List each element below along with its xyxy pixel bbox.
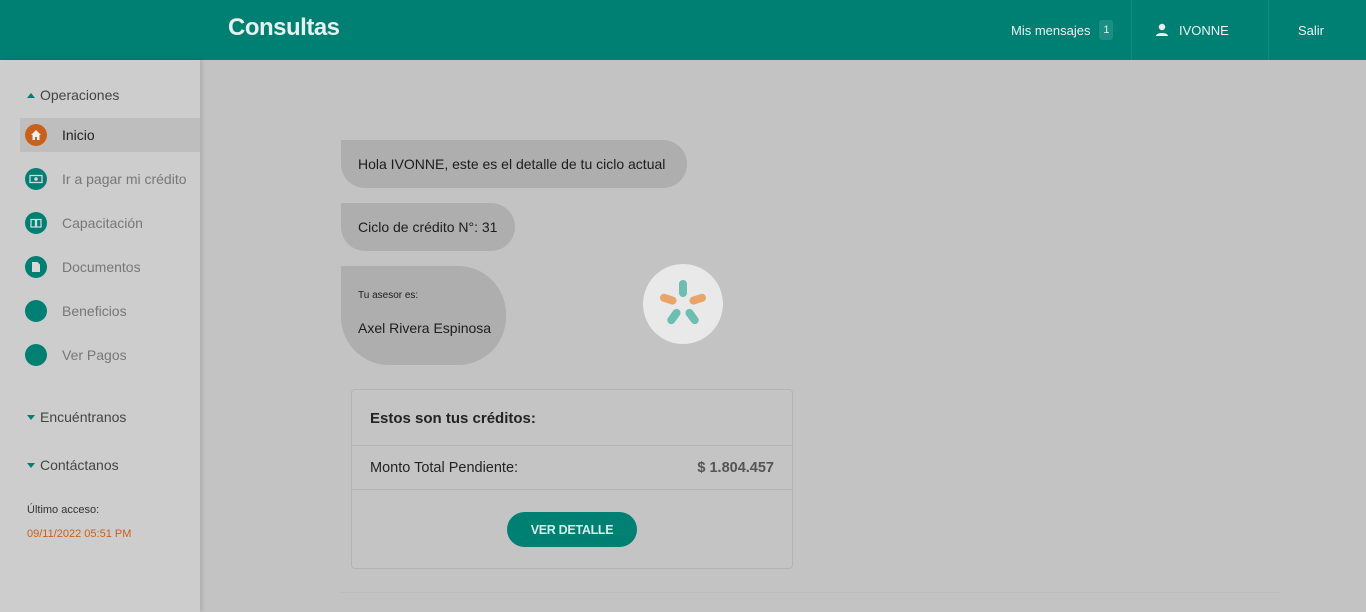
sidebar-item-ver-pagos[interactable]: Ver Pagos <box>20 338 200 372</box>
circle-icon <box>25 300 47 322</box>
cycle-text: Ciclo de crédito N°: 31 <box>358 219 498 235</box>
user-menu[interactable]: IVONNE <box>1155 0 1229 60</box>
logout-link[interactable]: Salir <box>1298 0 1324 60</box>
messages-link[interactable]: Mis mensajes 1 <box>1011 0 1114 60</box>
view-detail-button[interactable]: VER DETALLE <box>507 512 637 547</box>
greeting-bubble: Hola IVONNE, este es el detalle de tu ci… <box>341 140 687 188</box>
sidebar-item-label: Beneficios <box>62 303 127 319</box>
greeting-text: Hola IVONNE, este es el detalle de tu ci… <box>358 156 666 172</box>
page-title: Consultas <box>228 14 340 41</box>
last-access-label: Último acceso: <box>27 504 100 516</box>
sidebar: Operaciones Inicio Ir a pagar mi crédito… <box>0 60 200 612</box>
cycle-bubble: Ciclo de crédito N°: 31 <box>341 203 515 251</box>
sidebar-section-contactanos[interactable]: Contáctanos <box>27 457 119 473</box>
book-icon <box>25 212 47 234</box>
sidebar-item-documentos[interactable]: Documentos <box>20 250 200 284</box>
top-bar: Consultas Mis mensajes 1 IVONNE Salir <box>0 0 1366 60</box>
sidebar-item-pagar[interactable]: Ir a pagar mi crédito <box>20 162 200 196</box>
advisor-name: Axel Rivera Espinosa <box>358 319 492 336</box>
section-label: Contáctanos <box>40 457 119 473</box>
caret-up-icon <box>27 92 35 98</box>
sidebar-section-encuentranos[interactable]: Encuéntranos <box>27 409 126 425</box>
loading-spinner <box>643 264 723 344</box>
caret-down-icon <box>27 414 35 420</box>
divider <box>352 489 792 490</box>
advisor-bubble: Tu asesor es: Axel Rivera Espinosa <box>341 266 506 365</box>
total-pending-label: Monto Total Pendiente: <box>370 460 519 476</box>
user-icon <box>1156 23 1168 36</box>
total-pending-value: $ 1.804.457 <box>697 460 774 476</box>
footer-divider <box>340 592 1280 593</box>
header-divider <box>1268 0 1269 60</box>
sidebar-item-label: Ver Pagos <box>62 347 127 363</box>
last-access-value: 09/11/2022 05:51 PM <box>27 528 132 540</box>
section-label: Operaciones <box>40 87 120 103</box>
caret-down-icon <box>27 462 35 468</box>
messages-count-badge: 1 <box>1099 20 1114 40</box>
home-icon <box>25 124 47 146</box>
credits-card: Estos son tus créditos: Monto Total Pend… <box>351 389 793 569</box>
user-name: IVONNE <box>1179 22 1229 38</box>
sidebar-item-label: Documentos <box>62 259 141 275</box>
sidebar-item-capacitacion[interactable]: Capacitación <box>20 206 200 240</box>
messages-label: Mis mensajes <box>1011 22 1091 38</box>
sidebar-item-label: Capacitación <box>62 215 143 231</box>
loading-icon <box>659 280 707 325</box>
circle-icon <box>25 344 47 366</box>
document-icon <box>25 256 47 278</box>
sidebar-item-beneficios[interactable]: Beneficios <box>20 294 200 328</box>
section-label: Encuéntranos <box>40 409 127 425</box>
sidebar-section-operaciones[interactable]: Operaciones <box>27 87 119 103</box>
header-divider <box>1131 0 1132 60</box>
divider <box>352 445 792 446</box>
money-icon <box>25 168 47 190</box>
advisor-label: Tu asesor es: <box>358 289 419 301</box>
credits-title: Estos son tus créditos: <box>370 410 536 427</box>
sidebar-item-label: Inicio <box>62 127 95 143</box>
sidebar-item-inicio[interactable]: Inicio <box>20 118 200 152</box>
sidebar-item-label: Ir a pagar mi crédito <box>62 171 187 187</box>
